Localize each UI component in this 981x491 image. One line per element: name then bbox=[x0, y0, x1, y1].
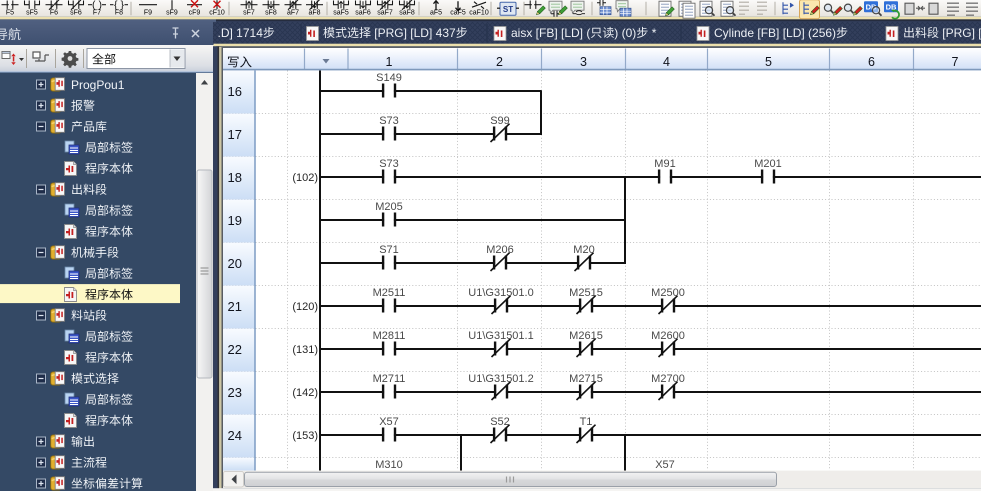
svg-text:[PRG] [L: [PRG] [L bbox=[942, 26, 981, 40]
svg-text:M201: M201 bbox=[754, 158, 782, 170]
svg-text:16: 16 bbox=[228, 84, 242, 99]
svg-text:M20: M20 bbox=[573, 244, 594, 256]
svg-text:20: 20 bbox=[228, 256, 242, 271]
svg-text:S52: S52 bbox=[490, 416, 510, 428]
svg-text:1: 1 bbox=[386, 55, 393, 69]
svg-text:M2511: M2511 bbox=[373, 287, 406, 299]
svg-text:Cylinde [FB] [LD] (256): Cylinde [FB] [LD] (256) bbox=[714, 26, 836, 40]
svg-text:22: 22 bbox=[228, 342, 242, 357]
svg-text:aisx [FB] [LD] (: aisx [FB] [LD] ( bbox=[511, 26, 590, 40]
svg-text:5: 5 bbox=[765, 55, 772, 69]
svg-text:S73: S73 bbox=[379, 158, 399, 170]
svg-text:sF6: sF6 bbox=[70, 9, 82, 16]
svg-text:U1\G31501.1: U1\G31501.1 bbox=[468, 330, 533, 342]
svg-text:M206: M206 bbox=[486, 244, 514, 256]
svg-text:F8: F8 bbox=[115, 9, 123, 16]
svg-text:saF5: saF5 bbox=[333, 9, 349, 16]
svg-text:ProgPou1: ProgPou1 bbox=[71, 78, 125, 92]
svg-text:M2615: M2615 bbox=[569, 330, 603, 342]
svg-text:23: 23 bbox=[228, 385, 242, 400]
svg-text:2: 2 bbox=[496, 55, 503, 69]
svg-text:sF5: sF5 bbox=[26, 9, 38, 16]
svg-text:saF7: saF7 bbox=[377, 9, 393, 16]
svg-text:X57: X57 bbox=[379, 416, 399, 428]
svg-text:aF8: aF8 bbox=[308, 9, 320, 16]
svg-text:X57: X57 bbox=[655, 459, 675, 471]
svg-text:sF9: sF9 bbox=[166, 9, 178, 16]
svg-text:17: 17 bbox=[228, 127, 242, 142]
svg-text:M2515: M2515 bbox=[569, 287, 603, 299]
svg-text:U1\G31501.0: U1\G31501.0 bbox=[468, 287, 533, 299]
svg-text:(153): (153) bbox=[292, 430, 318, 442]
svg-text:M2700: M2700 bbox=[651, 373, 685, 385]
svg-text:) (0): ) (0) bbox=[614, 26, 636, 40]
svg-text:M2811: M2811 bbox=[373, 330, 406, 342]
svg-text:caF10: caF10 bbox=[469, 9, 489, 16]
svg-text:cF10: cF10 bbox=[209, 9, 225, 16]
svg-text:M205: M205 bbox=[375, 201, 403, 213]
svg-text:F7: F7 bbox=[93, 9, 101, 16]
svg-text:S71: S71 bbox=[379, 244, 399, 256]
svg-text:M91: M91 bbox=[654, 158, 675, 170]
svg-text:(102): (102) bbox=[292, 172, 318, 184]
svg-text:M2711: M2711 bbox=[373, 373, 406, 385]
svg-text:F6: F6 bbox=[50, 9, 58, 16]
svg-text:S149: S149 bbox=[376, 72, 402, 84]
svg-text:ST: ST bbox=[503, 5, 513, 14]
svg-text:S73: S73 bbox=[379, 115, 399, 127]
svg-text:M310: M310 bbox=[375, 459, 403, 471]
svg-text:S99: S99 bbox=[490, 115, 510, 127]
svg-text:6: 6 bbox=[868, 55, 875, 69]
svg-text:18: 18 bbox=[228, 170, 242, 185]
svg-text:3: 3 bbox=[580, 55, 587, 69]
svg-text:U1\G31501.2: U1\G31501.2 bbox=[468, 373, 533, 385]
svg-text:sF7: sF7 bbox=[243, 9, 255, 16]
svg-text:aF7: aF7 bbox=[287, 9, 299, 16]
svg-text:[PRG] [LD] 437: [PRG] [LD] 437 bbox=[374, 26, 456, 40]
svg-text:4: 4 bbox=[663, 55, 670, 69]
svg-text:24: 24 bbox=[228, 428, 242, 443]
svg-text:(142): (142) bbox=[292, 387, 318, 399]
svg-text:sF8: sF8 bbox=[265, 9, 277, 16]
svg-text:caF5: caF5 bbox=[450, 9, 466, 16]
svg-text:aF5: aF5 bbox=[430, 9, 442, 16]
svg-text:*: * bbox=[652, 26, 657, 40]
svg-text:F5: F5 bbox=[6, 9, 14, 16]
svg-text:7: 7 bbox=[952, 55, 959, 69]
svg-text:M2600: M2600 bbox=[651, 330, 685, 342]
svg-text:saF8: saF8 bbox=[399, 9, 415, 16]
svg-text:M2500: M2500 bbox=[651, 287, 685, 299]
svg-text:(131): (131) bbox=[292, 344, 318, 356]
svg-text:19: 19 bbox=[228, 213, 242, 228]
svg-text:T1: T1 bbox=[580, 416, 593, 428]
svg-text:.D] 1714: .D] 1714 bbox=[218, 26, 264, 40]
svg-text:cF9: cF9 bbox=[189, 9, 201, 16]
svg-text:saF6: saF6 bbox=[355, 9, 371, 16]
svg-text:(120): (120) bbox=[292, 301, 318, 313]
svg-text:F9: F9 bbox=[144, 9, 152, 16]
svg-text:M2715: M2715 bbox=[569, 373, 603, 385]
svg-text:21: 21 bbox=[228, 299, 242, 314]
